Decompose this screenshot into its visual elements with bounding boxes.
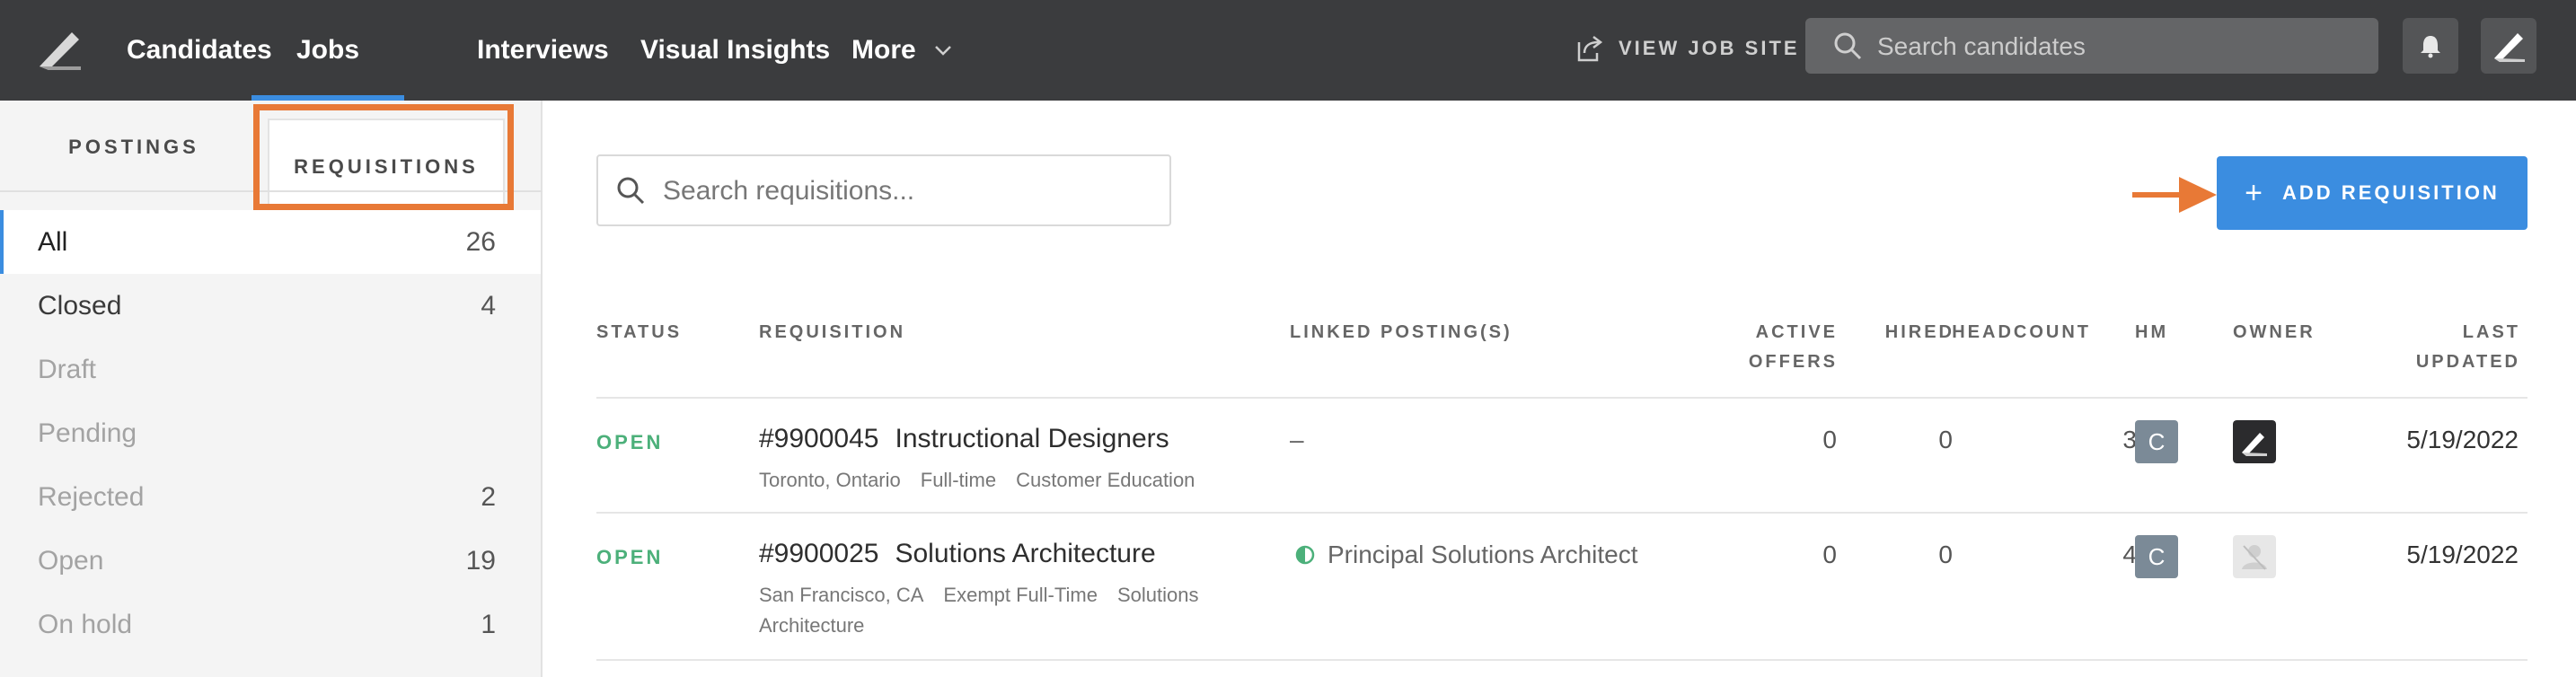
filter-all[interactable]: All 26 — [0, 210, 541, 274]
nav-more[interactable]: More — [851, 0, 952, 101]
filter-count: 1 — [481, 609, 496, 639]
filter-closed[interactable]: Closed 4 — [0, 274, 541, 338]
candidate-search-input[interactable] — [1875, 18, 2364, 75]
notifications-button[interactable] — [2403, 18, 2458, 74]
filter-label: All — [38, 226, 68, 257]
status-filter-list: All 26 Closed 4 Draft Pending Rejected 2… — [0, 210, 541, 656]
last-updated-value: 5/19/2022 — [2406, 541, 2519, 568]
nav-visual-insights[interactable]: Visual Insights — [640, 0, 830, 101]
header-status[interactable]: STATUS — [596, 318, 682, 347]
meta-location: San Francisco, CA — [759, 584, 924, 606]
meta-employment: Exempt Full-Time — [943, 584, 1098, 606]
search-icon — [617, 177, 645, 205]
header-hired[interactable]: HIRED — [1845, 318, 1954, 347]
header-active-offers-line2: OFFERS — [1748, 352, 1838, 372]
header-requisition[interactable]: REQUISITION — [759, 318, 905, 347]
requisition-meta: San Francisco, CA Exempt Full-Time Solutio… — [759, 580, 1244, 641]
status-badge: OPEN — [596, 431, 664, 453]
meta-employment: Full-time — [920, 469, 997, 491]
nav-jobs[interactable]: Jobs — [251, 0, 405, 101]
filter-label: On hold — [38, 609, 133, 639]
header-active-offers[interactable]: ACTIVE OFFERS — [1710, 318, 1838, 377]
filter-on-hold[interactable]: On hold 1 — [0, 593, 541, 656]
view-job-site-link[interactable]: VIEW JOB SITE — [1574, 31, 1800, 66]
header-headcount[interactable]: HEADCOUNT — [1944, 318, 2091, 347]
filter-label: Closed — [38, 290, 122, 321]
owner-avatar-icon[interactable] — [2233, 420, 2276, 463]
filter-label: Pending — [38, 418, 137, 448]
status-badge: OPEN — [596, 546, 664, 568]
top-nav: Candidates Jobs Interviews Visual Insigh… — [0, 0, 2576, 101]
owner-avatar-icon[interactable] — [2233, 535, 2276, 578]
nav-more-label: More — [851, 35, 916, 65]
requisition-name: Solutions Architecture — [895, 539, 1156, 568]
add-requisition-button[interactable]: + ADD REQUISITION — [2217, 156, 2527, 230]
row-divider — [596, 512, 2527, 514]
requisition-search[interactable] — [596, 154, 1171, 226]
headcount-value: 3 — [2122, 426, 2137, 453]
header-hm[interactable]: HM — [2135, 318, 2168, 347]
chevron-down-icon — [934, 46, 951, 56]
hired-value: 0 — [1938, 426, 1953, 453]
header-owner[interactable]: OWNER — [2233, 318, 2316, 347]
meta-line-1: San Francisco, CA Exempt Full-Time Solutio… — [759, 580, 1244, 611]
filter-count: 4 — [481, 290, 496, 321]
filter-label: Rejected — [38, 481, 145, 512]
requisition-title[interactable]: #9900045 Instructional Designers — [759, 424, 1169, 454]
linked-posting: – — [1290, 426, 1304, 454]
header-linked-postings[interactable]: LINKED POSTING(S) — [1290, 318, 1513, 347]
profile-button[interactable] — [2481, 18, 2536, 74]
lever-profile-icon — [2494, 33, 2525, 62]
view-job-site-label: VIEW JOB SITE — [1619, 37, 1800, 59]
active-offers-value: 0 — [1822, 426, 1837, 453]
hiring-manager-avatar[interactable]: C — [2135, 420, 2178, 463]
header-divider — [596, 397, 2527, 399]
meta-location: Toronto, Ontario — [759, 469, 901, 491]
hired-value: 0 — [1938, 541, 1953, 568]
requisition-name: Instructional Designers — [895, 424, 1169, 453]
requisition-meta: Toronto, Ontario Full-time Customer Educat… — [759, 465, 1214, 496]
search-icon — [1834, 32, 1862, 60]
header-active-offers-line1: ACTIVE — [1755, 322, 1838, 342]
filter-draft[interactable]: Draft — [0, 338, 541, 401]
requisition-title[interactable]: #9900025 Solutions Architecture — [759, 539, 1156, 569]
nav-interviews[interactable]: Interviews — [477, 0, 609, 101]
half-circle-status-icon — [1295, 545, 1315, 565]
lever-logo-icon[interactable] — [36, 25, 84, 74]
meta-team: Solutions — [1116, 584, 1199, 606]
candidate-search[interactable] — [1805, 18, 2378, 75]
filter-label: Open — [38, 545, 104, 576]
headcount-value: 4 — [2122, 541, 2137, 568]
header-last-updated-line2: UPDATED — [2415, 352, 2520, 372]
linked-posting-label: – — [1290, 426, 1304, 453]
requisition-number: #9900025 — [759, 539, 879, 568]
meta-line-2: Architecture — [759, 614, 865, 637]
header-last-updated-line1: LAST — [2462, 322, 2520, 342]
meta-team: Customer Education — [1016, 469, 1195, 491]
filter-open[interactable]: Open 19 — [0, 529, 541, 593]
linked-posting-label: Principal Solutions Architect — [1328, 541, 1638, 568]
filter-pending[interactable]: Pending — [0, 401, 541, 465]
main-content: + ADD REQUISITION STATUS REQUISITION LIN… — [543, 101, 2576, 677]
row-divider — [596, 659, 2527, 661]
requisitions-tab-highlight — [253, 104, 514, 210]
plus-icon: + — [2245, 175, 2263, 210]
filter-label: Draft — [38, 354, 97, 384]
bell-icon — [2421, 36, 2440, 58]
filter-rejected[interactable]: Rejected 2 — [0, 465, 541, 529]
arrow-right-icon — [2132, 177, 2217, 213]
linked-posting[interactable]: Principal Solutions Architect — [1295, 541, 1638, 569]
filter-count: 26 — [465, 226, 496, 257]
header-last-updated[interactable]: LAST UPDATED — [2357, 318, 2520, 377]
external-share-icon — [1577, 36, 1603, 62]
active-offers-value: 0 — [1822, 541, 1837, 568]
last-updated-value: 5/19/2022 — [2406, 426, 2519, 453]
nav-jobs-label: Jobs — [296, 35, 360, 65]
filter-count: 19 — [465, 545, 496, 576]
requisition-search-input[interactable] — [661, 156, 1150, 226]
hiring-manager-avatar[interactable]: C — [2135, 535, 2178, 578]
requisition-number: #9900045 — [759, 424, 879, 453]
filter-count: 2 — [481, 481, 496, 512]
add-requisition-label: ADD REQUISITION — [2282, 181, 2500, 204]
